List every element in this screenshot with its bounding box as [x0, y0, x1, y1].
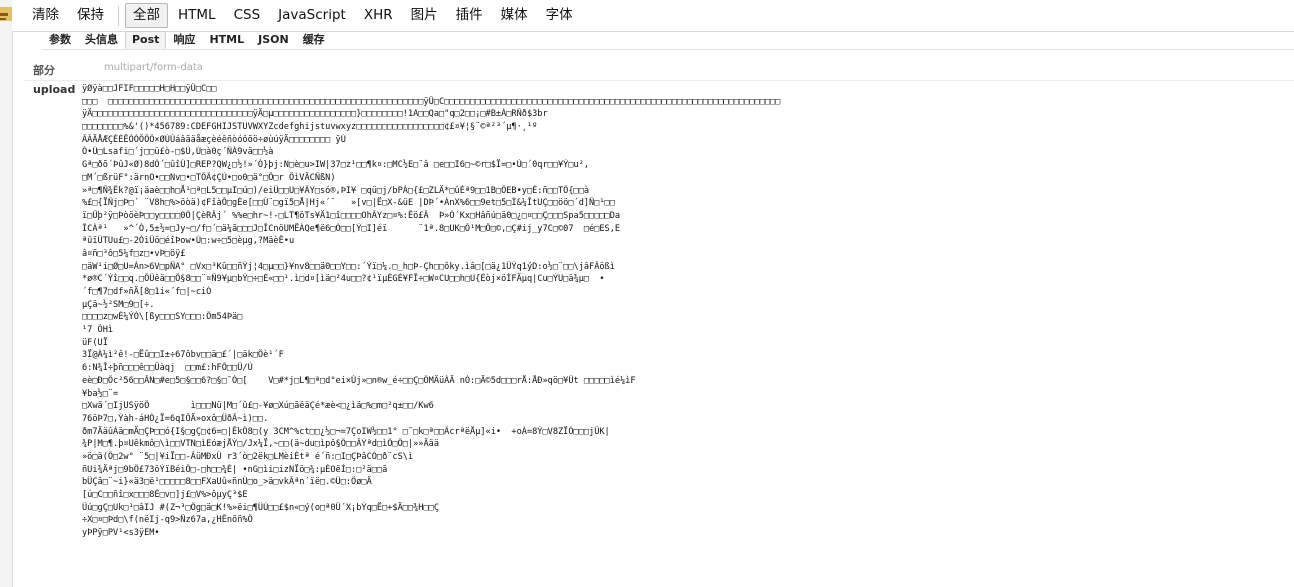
tab-response[interactable]: 响应	[166, 31, 202, 49]
tab-cache[interactable]: 缓存	[296, 31, 332, 49]
upload-line: ¥ba½□¨=	[82, 388, 119, 399]
upload-line: ÷X□¤□Þd□\f(nëIj-q9>Ñz67a,¿HÊnõñ%Ö	[82, 515, 253, 526]
upload-line: ªûïÚTUu£□-2ÓiÜö□éîÞow•Ú□:w÷□5□èµg,?MäèÊ•…	[82, 236, 295, 247]
request-detail-tabs: 参数 头信息 Post 响应 HTML JSON 缓存	[42, 31, 1294, 49]
upload-line: %£□{ÏÑj□Þ□´ ¨V8h□%>öòä)¢FîàÕ□gÈe[□□Ú¨□gï…	[82, 198, 615, 209]
upload-line: bÜÇâ□¨~i}«ä3□ë¹□□□□□8□□FXaUû«ñnÚ□o_>ä□vk…	[82, 477, 372, 488]
upload-line: Ò•Ú□Lsafi□´j□□ü£ò-□$Ú,Ú□à0ç´ÑÀ9vä□□½à	[82, 147, 274, 158]
upload-line: □□□□z□wÈ¼ÝÓ\[ßy□□□SY□□□:Õm54Þä□	[82, 312, 243, 323]
part-value: multipart/form-data	[104, 62, 203, 73]
tab-html[interactable]: HTML	[202, 31, 251, 49]
upload-line: ¹7 ÕHì	[82, 325, 114, 336]
upload-line: *ø®C´Ýî□□q.□ÔÜêä□□Ô§8□□¨¤Ñ9¥µ□bÝ□÷□E«□□¹…	[82, 274, 605, 285]
upload-line: ´f□¶7□df»ñÄ[8□1i«´f□|~ciÓ	[82, 287, 212, 297]
filter-xhr[interactable]: XHR	[356, 3, 401, 28]
upload-line: â¤ñ□³ô□5¼f□z□•vÞ□öÿ£	[82, 248, 186, 259]
persist-button[interactable]: 保持	[69, 3, 112, 28]
filter-images[interactable]: 图片	[403, 3, 446, 28]
filter-html[interactable]: HTML	[170, 3, 224, 28]
upload-line: 6:N¾Î÷þñ□□□ê□□Ûàqj □□m£:hFÕ□□Ü/Ú	[82, 363, 253, 374]
tab-post[interactable]: Post	[125, 31, 167, 49]
upload-line: »ö□ä(Ö□2w° ¨5□|¥iÏ□□-ÃüMÐxÜ r3´ò□2ëk□LMè…	[82, 451, 414, 462]
clear-button[interactable]: 清除	[24, 3, 67, 28]
tab-params[interactable]: 参数	[42, 31, 78, 49]
upload-line: Gª□ðõ´ÞûJ«Ø)8dÓ´□ûîÚ]□REP?QW¿□½!»´Ó}þj:N…	[82, 160, 590, 171]
upload-line: eè□Ð□Ôc²56□□ÂN□#e□5□§□□6?□§□¯Ó□[ V□#*j□L…	[82, 375, 636, 386]
upload-line: µÇä~½²SM□9□[÷.	[82, 299, 155, 310]
filter-plugins[interactable]: 插件	[448, 3, 491, 28]
upload-line: ÿÄ□□□□□□□□□□□□□□□□□□□□□□□□□□□□□□□ÿÄ□µ□□□…	[82, 109, 548, 120]
upload-line: üF(UÏ	[82, 337, 108, 348]
upload-line: ðm7ÄäûÀä□mÄ□ÇÞ□□ó{I§□gÇ□¢6=□|ÊkÒ8□(y 3CM…	[82, 426, 610, 437]
tab-headers[interactable]: 头信息	[78, 31, 125, 49]
filter-css[interactable]: CSS	[226, 3, 269, 28]
post-body-panel[interactable]: 部分 multipart/form-data upload ÿØÿà□□JFIF…	[12, 50, 1294, 587]
upload-line: □Xwã´□IjUSÿöÕ ì□□□Nü|M□´û£□-¥ø□Xú□ãëäÇé*…	[82, 401, 434, 412]
upload-line: □□□□□□□□%&'()*456789:CDEFGHIJSTUVWXYZcde…	[82, 122, 538, 133]
filter-fonts[interactable]: 字体	[538, 3, 581, 28]
filter-javascript[interactable]: JavaScript	[270, 3, 354, 28]
upload-line: [ú□C□□ñî□x□□□8É□v□]j£□V%>ôµyÇ³$E	[82, 490, 248, 500]
part-label: 部分	[33, 64, 55, 77]
net-panel-toolbar: 清除 保持 全部 HTML CSS JavaScript XHR 图片 插件 媒…	[12, 0, 1294, 32]
upload-label: upload	[33, 83, 76, 96]
row-divider	[24, 80, 1294, 81]
filter-all[interactable]: 全部	[125, 3, 168, 28]
upload-binary-content: ÿØÿà□□JFIF□□□□□H□H□□ÿÛ□C□□ □□□ □□□□□□□□□□…	[82, 83, 1290, 540]
upload-line: ÿØÿà□□JFIF□□□□□H□H□□ÿÛ□C□□	[82, 84, 217, 94]
upload-line: ï□Ûþ²ÿ□ÞòöèÞ□□y□□□□0Ó|ÇèRÂj´ %%e□hr~!-□L…	[82, 210, 621, 221]
upload-line: ÂÃÄÅÆÇÈÉÊÒÓÔÕÖ×ØÙÚáâãäåæçèéêñòóôõö÷øùúÿÄ…	[82, 134, 346, 145]
upload-line: ñUi¾Äªj□9bÖ£73öÝïBéiÖ□-□h□□¾È| •nG□ìi□iz…	[82, 464, 388, 475]
toolbar-separator	[118, 5, 119, 26]
upload-line: □M´□ßrüF°:ärnO•□□Nv□•□TÕÃ¢ÇÚ•□o0□ä°□Ô□r …	[82, 172, 336, 183]
upload-line: □äW¹i□Ø□U=Àn>6V□pÑA° □Vx□³Kû□□ñÝj¦4□µ□□}…	[82, 261, 615, 272]
upload-line: □□□ □□□□□□□□□□□□□□□□□□□□□□□□□□□□□□□□□□□□…	[82, 96, 781, 107]
firebug-logo-icon	[0, 7, 12, 21]
upload-line: yÞPÿ□PV¹<s3ÿEM•	[82, 528, 160, 539]
upload-line: Ûú□gÇ□Uk□¹□âIJ #(Z¬³□Ög□ä□K!%»ëi□¶ÜÚ□□£$…	[82, 502, 439, 513]
upload-line: »ª□¶Ñ¾Êk?@ï¡äaè□□h□Å¹□ª□L5□□µI□ú□)/eiÜ□□…	[82, 185, 590, 196]
upload-line: ÎCÀª¹ »^´Ó,5±½=□Jy~□/f□´□ä¼ã□□□J□ÎCnöUMË…	[82, 223, 621, 234]
upload-line: ¾P|M□¶.þ¤Uêkmô□\ì□□VTN□ìEóæjÅÝ□/Jx¼Ï,~□□…	[82, 439, 439, 450]
tab-json[interactable]: JSON	[251, 31, 296, 49]
upload-line: 76öÞ7□,Ýàh-áHÒ¿Ï=6qIÔÄ»oxô□ÜðÂ~ì)□□.	[82, 413, 269, 424]
upload-line: 3Ï@À¼ì²ê!-□Ëû□□I±÷67ôbv□□ä□£´|□äk□Ôè¹´F	[82, 350, 284, 361]
filter-media[interactable]: 媒体	[493, 3, 536, 28]
